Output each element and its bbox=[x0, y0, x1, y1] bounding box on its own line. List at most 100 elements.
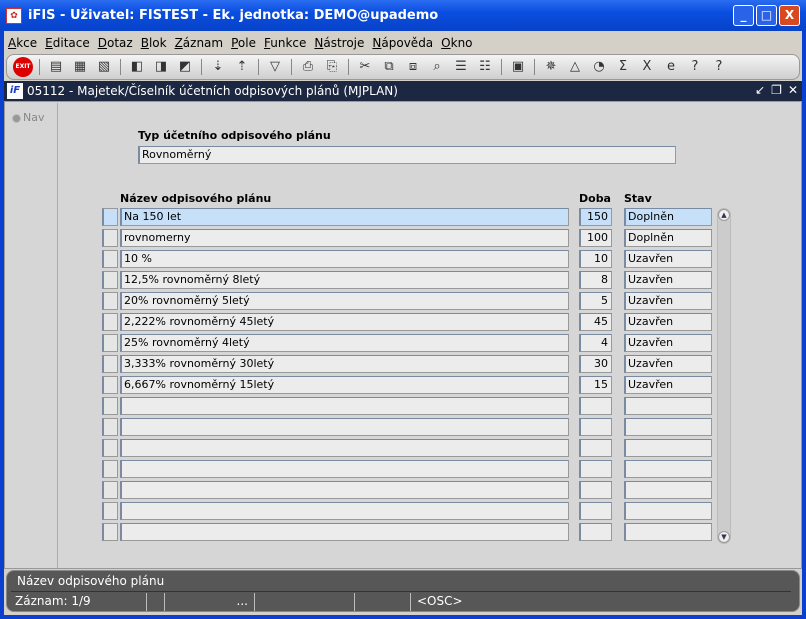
menu-4[interactable]: Záznam bbox=[171, 36, 228, 50]
query-cancel-icon[interactable]: ◩ bbox=[175, 57, 195, 77]
query-enter-icon[interactable]: ◧ bbox=[127, 57, 147, 77]
context-help-icon[interactable]: ? bbox=[709, 57, 729, 77]
row-stav-field[interactable]: Uzavřen bbox=[624, 376, 712, 394]
row-name-field[interactable]: 12,5% rovnoměrný 8letý bbox=[120, 271, 569, 289]
row-name-field[interactable] bbox=[120, 502, 569, 520]
tree-icon[interactable]: ☷ bbox=[475, 57, 495, 77]
row-stav-field[interactable] bbox=[624, 397, 712, 415]
row-selector[interactable] bbox=[102, 334, 118, 352]
row-doba-field[interactable]: 15 bbox=[579, 376, 612, 394]
row-name-field[interactable] bbox=[120, 397, 569, 415]
row-name-field[interactable]: 10 % bbox=[120, 250, 569, 268]
row-name-field[interactable]: 3,333% rovnoměrný 30letý bbox=[120, 355, 569, 373]
row-name-field[interactable]: Na 150 let bbox=[120, 208, 569, 226]
print-preview-icon[interactable]: ⎘ bbox=[322, 57, 342, 77]
row-stav-field[interactable]: Uzavřen bbox=[624, 292, 712, 310]
calendar-icon[interactable]: ▣ bbox=[508, 57, 528, 77]
help-icon[interactable]: ? bbox=[685, 57, 705, 77]
row-name-field[interactable] bbox=[120, 418, 569, 436]
maximize-button[interactable]: □ bbox=[756, 5, 777, 26]
row-stav-field[interactable] bbox=[624, 460, 712, 478]
menu-6[interactable]: Funkce bbox=[260, 36, 310, 50]
row-stav-field[interactable] bbox=[624, 523, 712, 541]
copy-icon[interactable]: ⧉ bbox=[379, 57, 399, 77]
query-execute-icon[interactable]: ◨ bbox=[151, 57, 171, 77]
row-doba-field[interactable] bbox=[579, 523, 612, 541]
row-selector[interactable] bbox=[102, 523, 118, 541]
menu-3[interactable]: Blok bbox=[137, 36, 171, 50]
row-name-field[interactable] bbox=[120, 439, 569, 457]
cut-icon[interactable]: ✂ bbox=[355, 57, 375, 77]
row-stav-field[interactable]: Uzavřen bbox=[624, 250, 712, 268]
menu-1[interactable]: Editace bbox=[41, 36, 94, 50]
menu-5[interactable]: Pole bbox=[227, 36, 260, 50]
row-name-field[interactable] bbox=[120, 481, 569, 499]
row-doba-field[interactable]: 45 bbox=[579, 313, 612, 331]
sum-icon[interactable]: Σ bbox=[613, 57, 633, 77]
list-icon[interactable]: ☰ bbox=[451, 57, 471, 77]
row-selector[interactable] bbox=[102, 250, 118, 268]
row-name-field[interactable]: rovnomerny bbox=[120, 229, 569, 247]
vertical-scrollbar[interactable]: ▲ ▼ bbox=[717, 208, 731, 544]
row-doba-field[interactable]: 10 bbox=[579, 250, 612, 268]
excel-icon[interactable]: X bbox=[637, 57, 657, 77]
row-doba-field[interactable]: 4 bbox=[579, 334, 612, 352]
row-stav-field[interactable]: Uzavřen bbox=[624, 271, 712, 289]
menu-9[interactable]: Okno bbox=[437, 36, 476, 50]
row-doba-field[interactable] bbox=[579, 502, 612, 520]
scroll-up-icon[interactable]: ▲ bbox=[718, 209, 730, 221]
print-icon[interactable]: ⎙ bbox=[298, 57, 318, 77]
row-doba-field[interactable] bbox=[579, 397, 612, 415]
sort-asc-icon[interactable]: ⇣ bbox=[208, 57, 228, 77]
row-stav-field[interactable]: Uzavřen bbox=[624, 355, 712, 373]
save-record-icon[interactable]: ▦ bbox=[70, 57, 90, 77]
row-selector[interactable] bbox=[102, 271, 118, 289]
row-name-field[interactable] bbox=[120, 523, 569, 541]
row-stav-field[interactable]: Doplněn bbox=[624, 229, 712, 247]
row-selector[interactable] bbox=[102, 418, 118, 436]
row-stav-field[interactable] bbox=[624, 418, 712, 436]
scroll-down-icon[interactable]: ▼ bbox=[718, 531, 730, 543]
row-selector[interactable] bbox=[102, 397, 118, 415]
form-restore-icon[interactable]: ❐ bbox=[771, 83, 782, 97]
row-doba-field[interactable] bbox=[579, 460, 612, 478]
row-doba-field[interactable]: 8 bbox=[579, 271, 612, 289]
row-selector[interactable] bbox=[102, 292, 118, 310]
row-selector[interactable] bbox=[102, 208, 118, 226]
sort-desc-icon[interactable]: ⇡ bbox=[232, 57, 252, 77]
delete-record-icon[interactable]: ▧ bbox=[94, 57, 114, 77]
find-icon[interactable]: ⌕ bbox=[427, 57, 447, 77]
menu-2[interactable]: Dotaz bbox=[94, 36, 137, 50]
type-field[interactable]: Rovnoměrný bbox=[138, 146, 676, 164]
paste-icon[interactable]: ⧈ bbox=[403, 57, 423, 77]
row-stav-field[interactable]: Uzavřen bbox=[624, 334, 712, 352]
row-selector[interactable] bbox=[102, 313, 118, 331]
row-doba-field[interactable]: 150 bbox=[579, 208, 612, 226]
row-name-field[interactable]: 2,222% rovnoměrný 45letý bbox=[120, 313, 569, 331]
row-name-field[interactable]: 6,667% rovnoměrný 15letý bbox=[120, 376, 569, 394]
row-selector[interactable] bbox=[102, 502, 118, 520]
row-selector[interactable] bbox=[102, 439, 118, 457]
clock-icon[interactable]: ◔ bbox=[589, 57, 609, 77]
form-minimize-icon[interactable]: ↙ bbox=[755, 83, 765, 97]
row-stav-field[interactable]: Doplněn bbox=[624, 208, 712, 226]
row-selector[interactable] bbox=[102, 355, 118, 373]
row-doba-field[interactable]: 30 bbox=[579, 355, 612, 373]
settings-icon[interactable]: ✵ bbox=[541, 57, 561, 77]
row-stav-field[interactable] bbox=[624, 502, 712, 520]
menu-8[interactable]: Nápověda bbox=[368, 36, 437, 50]
exit-button[interactable]: EXIT bbox=[13, 57, 33, 77]
menu-0[interactable]: Akce bbox=[4, 36, 41, 50]
row-selector[interactable] bbox=[102, 376, 118, 394]
row-doba-field[interactable] bbox=[579, 439, 612, 457]
row-selector[interactable] bbox=[102, 229, 118, 247]
internet-explorer-icon[interactable]: e bbox=[661, 57, 681, 77]
row-name-field[interactable]: 25% rovnoměrný 4letý bbox=[120, 334, 569, 352]
minimize-button[interactable]: _ bbox=[733, 5, 754, 26]
row-doba-field[interactable]: 100 bbox=[579, 229, 612, 247]
row-stav-field[interactable]: Uzavřen bbox=[624, 313, 712, 331]
close-button[interactable]: X bbox=[779, 5, 800, 26]
row-name-field[interactable]: 20% rovnoměrný 5letý bbox=[120, 292, 569, 310]
row-selector[interactable] bbox=[102, 481, 118, 499]
menu-7[interactable]: Nástroje bbox=[310, 36, 368, 50]
